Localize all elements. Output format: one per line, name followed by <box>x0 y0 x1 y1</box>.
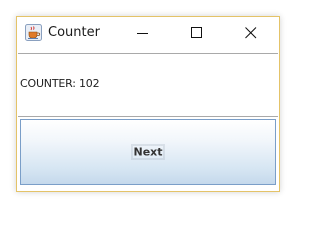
close-icon <box>245 27 257 39</box>
maximize-icon <box>191 27 202 38</box>
counter-window: Counter COUNTER: 102 Next <box>16 16 280 192</box>
next-button-label: Next <box>131 144 165 160</box>
java-cup-icon <box>25 24 42 41</box>
minimize-icon <box>137 33 148 34</box>
close-button[interactable] <box>231 17 271 49</box>
title-bar[interactable]: Counter <box>17 17 279 49</box>
minimize-button[interactable] <box>123 17 163 49</box>
counter-label: COUNTER: 102 <box>20 77 100 90</box>
next-button[interactable]: Next <box>20 119 276 185</box>
counter-panel: COUNTER: 102 <box>18 53 278 117</box>
window-title: Counter <box>48 25 100 40</box>
content-pane: COUNTER: 102 Next <box>18 49 278 191</box>
maximize-button[interactable] <box>177 17 217 49</box>
